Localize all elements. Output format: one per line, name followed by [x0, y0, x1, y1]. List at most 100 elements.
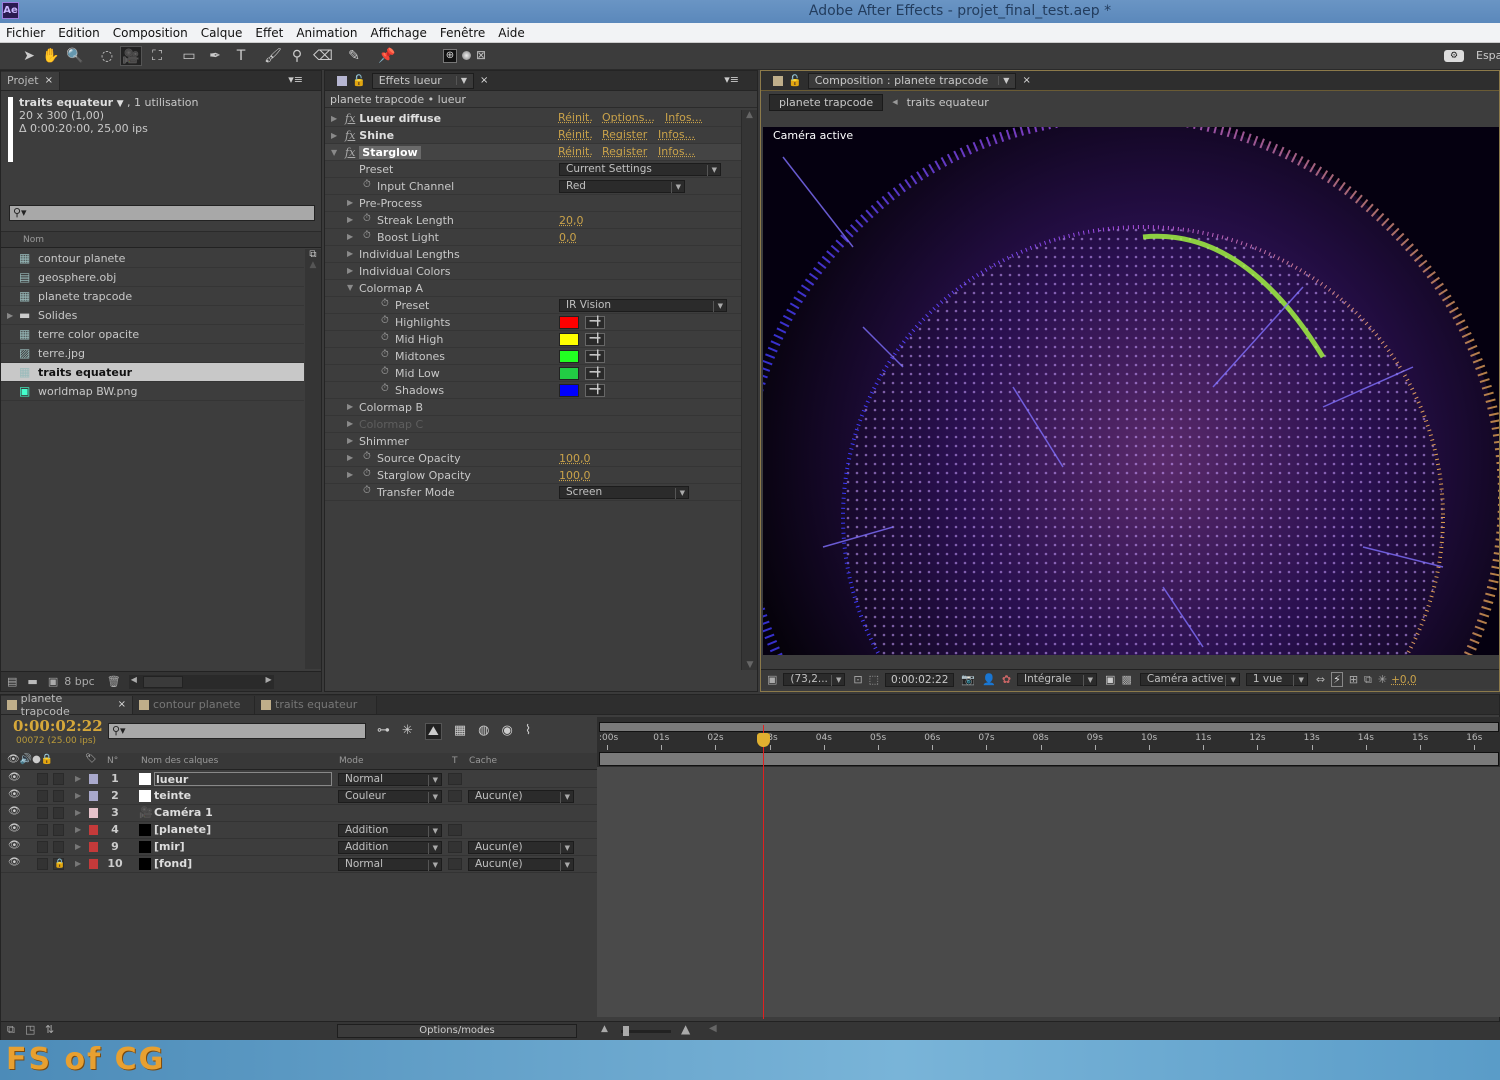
stopwatch-icon[interactable]: ⏱ — [381, 332, 389, 343]
label-color[interactable] — [89, 791, 98, 801]
color-swatch[interactable] — [559, 316, 579, 329]
lock-icon[interactable]: 🔓 — [788, 74, 802, 87]
menu-composition[interactable]: Composition — [113, 26, 188, 40]
layer-name[interactable]: teinte — [154, 789, 191, 802]
camera-tool-icon[interactable]: 🎥 — [120, 46, 142, 66]
panel-menu-icon[interactable]: ▾≡ — [724, 73, 739, 86]
twirl-open-icon[interactable]: ▼ — [331, 148, 341, 157]
timeline-tab[interactable]: contour planete — [133, 695, 255, 714]
track-matte-dropdown[interactable]: Aucun(e) — [468, 841, 574, 854]
twirl-closed-icon[interactable]: ▶ — [75, 859, 81, 868]
effect-row[interactable]: ▶ fx Lueur diffuse Réinit. Options... Infos..… — [325, 110, 741, 127]
blend-mode-dropdown[interactable]: Addition — [338, 824, 442, 837]
new-composition-icon[interactable]: ▣ — [48, 675, 58, 688]
project-item[interactable]: ▦ contour planete — [1, 249, 304, 268]
twirl-closed-icon[interactable]: ▶ — [331, 114, 341, 123]
layer-row[interactable]: 👁 ▶ 4 [planete] Addition — [1, 822, 597, 839]
layer-row[interactable]: 👁 ▶ 2 teinte Couleur Aucun(e) — [1, 788, 597, 805]
blend-mode-dropdown[interactable]: Normal — [338, 858, 442, 871]
project-item[interactable]: ▨ terre.jpg — [1, 344, 304, 363]
project-item[interactable]: ▤ geosphere.obj — [1, 268, 304, 287]
stopwatch-icon[interactable]: ⏱ — [381, 315, 389, 326]
new-folder-icon[interactable]: ▬ — [27, 675, 37, 688]
trash-icon[interactable]: 🗑 — [107, 675, 121, 688]
stopwatch-icon[interactable]: ⏱ — [363, 451, 371, 462]
text-tool-icon[interactable]: T — [230, 46, 252, 66]
timeline-icon[interactable]: ⊞ — [1349, 673, 1358, 686]
show-snapshot-icon[interactable]: 👤 — [982, 673, 996, 686]
twirl-closed-icon[interactable]: ▶ — [347, 436, 357, 445]
project-item[interactable]: ▦ traits equateur — [1, 363, 304, 382]
view-axis-icon[interactable]: ⊠ — [476, 48, 486, 62]
region-of-interest-icon[interactable]: ▣ — [1105, 673, 1115, 686]
workspace-gear-icon[interactable]: ⚙ — [1444, 50, 1464, 62]
twirl-closed-icon[interactable]: ▶ — [347, 453, 357, 462]
menu-affichage[interactable]: Affichage — [371, 26, 427, 40]
time-ruler[interactable]: :00s01s02s03s04s05s06s07s08s09s10s11s12s… — [597, 717, 1500, 767]
layer-search-input[interactable]: ⚲▾ — [108, 723, 366, 739]
effect-row[interactable]: ▼ fx Starglow Réinit. Register Infos... — [325, 144, 741, 161]
current-time-display[interactable]: 0:00:02:22 — [885, 672, 955, 687]
twirl-closed-icon[interactable]: ▶ — [75, 842, 81, 851]
twirl-closed-icon[interactable]: ▶ — [75, 791, 81, 800]
always-preview-icon[interactable]: ▣ — [767, 673, 777, 686]
fx-toggle-icon[interactable]: fx — [345, 112, 355, 125]
lock-toggle[interactable] — [53, 790, 64, 802]
eye-icon[interactable]: 👁 — [8, 772, 21, 783]
frame-blending-icon[interactable]: ▦ — [454, 723, 466, 740]
zoom-in-icon[interactable]: ▲ — [681, 1022, 690, 1036]
label-color[interactable] — [89, 842, 98, 852]
project-search-input[interactable]: ⚲▾ — [9, 205, 315, 221]
timeline-tab[interactable]: planete trapcode × — [1, 692, 133, 718]
preserve-transparency-toggle[interactable] — [448, 824, 462, 836]
eyedropper-icon[interactable]: ━╋ — [585, 350, 605, 363]
project-hscrollbar[interactable]: ◀ ▶ — [128, 674, 274, 689]
layer-row[interactable]: 👁 ▶ 1 lueur Normal — [1, 771, 597, 788]
layer-row[interactable]: 👁 ▶ 3 🎥 Caméra 1 — [1, 805, 597, 822]
twirl-closed-icon[interactable]: ▶ — [347, 198, 357, 207]
project-scrollbar[interactable]: ⧉ ▲ — [305, 249, 321, 669]
param-dropdown[interactable]: Red — [559, 180, 685, 193]
color-swatch[interactable] — [559, 384, 579, 397]
scroll-thumb[interactable] — [142, 675, 183, 688]
pixel-aspect-icon[interactable]: ⇔ — [1316, 673, 1325, 686]
project-item[interactable]: ▣ worldmap BW.png — [1, 382, 304, 401]
blend-mode-dropdown[interactable]: Normal — [338, 773, 442, 786]
magnification-dropdown[interactable]: (73,2... — [783, 673, 846, 686]
twirl-closed-icon[interactable]: ▶ — [347, 266, 357, 275]
playhead-handle[interactable] — [757, 733, 771, 747]
effect-link-register[interactable]: Register — [602, 128, 647, 141]
label-color[interactable] — [89, 859, 98, 869]
param-dropdown[interactable]: IR Vision — [559, 299, 727, 312]
toggle-modes-icon[interactable]: ◳ — [25, 1023, 35, 1036]
motion-blur-icon[interactable]: ◍ — [478, 723, 489, 740]
eraser-tool-icon[interactable]: ⌫ — [312, 46, 334, 66]
rectangle-tool-icon[interactable]: ▭ — [178, 46, 200, 66]
fast-previews-icon[interactable]: ⚡ — [1331, 672, 1343, 687]
stopwatch-icon[interactable]: ⏱ — [381, 383, 389, 394]
solo-toggle[interactable] — [37, 807, 48, 819]
solo-toggle[interactable] — [37, 841, 48, 853]
options-modes-button[interactable]: Options/modes — [337, 1024, 577, 1038]
layer-row[interactable]: 👁 🔒 ▶ 10 [fond] Normal Aucun(e) — [1, 856, 597, 873]
toggle-switches-icon[interactable]: ⧉ — [7, 1023, 15, 1037]
stopwatch-icon[interactable]: ⏱ — [381, 366, 389, 377]
draft-3d-icon[interactable]: ⛰ — [424, 723, 442, 740]
eye-icon[interactable]: 👁 — [8, 789, 21, 800]
preserve-transparency-toggle[interactable] — [448, 790, 462, 802]
blend-mode-dropdown[interactable]: Couleur — [338, 790, 442, 803]
eye-icon[interactable]: 👁 — [8, 823, 21, 834]
comp-breadcrumb-active[interactable]: planete trapcode — [769, 93, 884, 111]
expand-triangle-icon[interactable]: ▶ — [7, 311, 13, 320]
color-swatch[interactable] — [559, 333, 579, 346]
menu-animation[interactable]: Animation — [296, 26, 357, 40]
effects-layer-dropdown[interactable]: Effets lueur ▼ — [371, 72, 474, 89]
param-value[interactable]: 100,0 — [559, 469, 591, 482]
timeline-zoom-slider[interactable] — [621, 1026, 671, 1036]
stopwatch-icon[interactable]: ⏱ — [381, 349, 389, 360]
close-icon[interactable]: × — [480, 75, 488, 86]
scroll-left-icon[interactable]: ◀ — [131, 675, 137, 684]
pen-tool-icon[interactable]: ✒ — [204, 46, 226, 66]
usage-dropdown-icon[interactable]: ▼ — [117, 99, 124, 109]
menu-fenetre[interactable]: Fenêtre — [440, 26, 485, 40]
